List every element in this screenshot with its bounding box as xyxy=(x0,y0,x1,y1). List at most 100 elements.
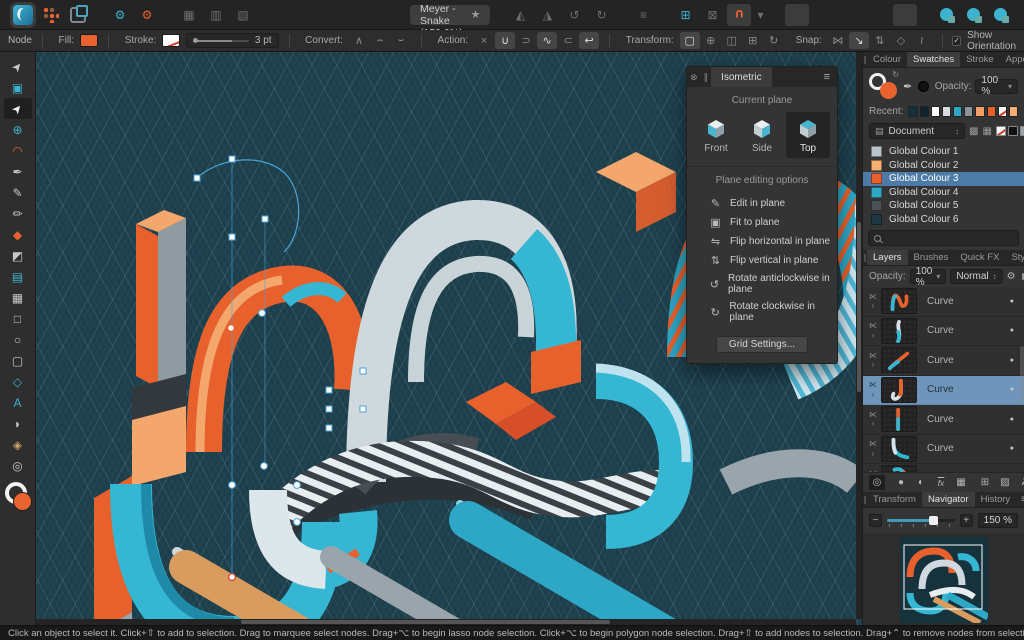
swatch-grid-large-button[interactable]: ▦ xyxy=(982,126,991,137)
flip-horizontal-button[interactable]: ◭ xyxy=(508,4,532,26)
text-tool[interactable]: A xyxy=(4,392,32,413)
expand-chevron-icon[interactable]: › xyxy=(872,390,875,400)
pixel-persona-button[interactable] xyxy=(39,4,63,26)
isometric-panel-tab[interactable]: Isometric xyxy=(711,67,772,87)
zoom-in-button[interactable]: + xyxy=(959,514,973,527)
join-curves-button[interactable]: ⊃ xyxy=(516,32,536,49)
layer-row[interactable]: ⋉ › Curve ● xyxy=(863,375,1024,405)
adjustment-button[interactable]: ◐ xyxy=(913,475,929,490)
insert-inside-button[interactable] xyxy=(327,4,351,26)
colour-picker-tool[interactable]: ◗ xyxy=(4,413,32,434)
panel-tab[interactable]: Swatches xyxy=(907,52,961,67)
rounded-rectangle-tool[interactable]: ▢ xyxy=(4,350,32,371)
alignment-button[interactable]: ≡ xyxy=(631,4,655,26)
fill-tool[interactable]: ◆ xyxy=(4,224,32,245)
export-persona-button[interactable] xyxy=(66,4,90,26)
panel-tab[interactable]: Quick FX xyxy=(954,250,1005,265)
layer-row[interactable]: ⋉ › Curve ● xyxy=(863,435,1024,464)
layer-visibility-toggle[interactable]: ● xyxy=(1010,327,1014,334)
navigator-thumbnail[interactable] xyxy=(899,537,988,623)
layer-rail[interactable]: ⋉ › xyxy=(865,469,881,472)
zoom-tool[interactable]: ◎ xyxy=(4,455,32,476)
document-title-pill[interactable]: Mario De Meyer - Snake (150.0%) ★ xyxy=(410,0,491,39)
plane-button[interactable]: Front xyxy=(694,112,738,158)
panel-tab[interactable]: Brushes xyxy=(908,250,955,265)
fill-swatch[interactable] xyxy=(80,34,99,47)
smooth-curve-button[interactable]: ∿ xyxy=(537,32,558,49)
horizontal-scrollbar-thumb[interactable] xyxy=(241,620,610,624)
layer-thumbnail[interactable] xyxy=(881,347,917,374)
layer-row[interactable]: ⋉ › Curve ● xyxy=(863,287,1024,317)
transform-box-button[interactable]: ▢ xyxy=(679,32,700,49)
blend-ranges-button[interactable]: ▦ xyxy=(953,475,969,490)
recent-swatch[interactable] xyxy=(964,106,974,117)
swap-colours-icon[interactable]: ↻ xyxy=(892,70,899,79)
zoom-slider[interactable] xyxy=(887,515,955,527)
smooth-node-button[interactable]: ⌢ xyxy=(370,32,390,49)
plane-option[interactable]: ⇋ Flip horizontal in plane xyxy=(687,232,837,251)
fill-colour-circle[interactable] xyxy=(12,492,32,511)
plane-option[interactable]: ✎ Edit in plane xyxy=(687,194,837,213)
new-pixel-layer-button[interactable]: ▨ xyxy=(997,475,1013,490)
grid-settings-button[interactable]: Grid Settings... xyxy=(715,336,809,353)
layer-opacity-dropdown[interactable]: 100 % ▾ xyxy=(909,266,947,288)
fill-colour-circle[interactable] xyxy=(880,82,898,99)
edit-in-plane-button[interactable]: ▧ xyxy=(231,4,255,26)
corner-tool[interactable]: ◠ xyxy=(4,140,32,161)
expand-chevron-icon[interactable]: › xyxy=(872,301,875,311)
boolean-subtract-button[interactable] xyxy=(812,4,836,26)
global-colour-row[interactable]: Global Colour 5 xyxy=(863,199,1024,213)
insert-behind-button[interactable] xyxy=(300,4,324,26)
shape-tool[interactable]: ◇ xyxy=(4,371,32,392)
plane-option[interactable]: ▣ Fit to plane xyxy=(687,213,837,232)
vector-crop-tool[interactable]: ▦ xyxy=(4,287,32,308)
plane-option[interactable]: ↺ Rotate anticlockwise in plane xyxy=(687,270,837,298)
stroke-width-track[interactable] xyxy=(193,37,249,43)
vector-brush-tool[interactable]: ✏ xyxy=(4,203,32,224)
layer-thumbnail[interactable] xyxy=(881,465,917,472)
panel-menu-icon[interactable]: ≡ xyxy=(817,71,837,83)
document-setup-button[interactable]: ⚙ xyxy=(108,4,132,26)
layer-visibility-toggle[interactable]: ● xyxy=(1010,298,1014,305)
recent-swatch[interactable] xyxy=(986,106,996,117)
sharp-node-button[interactable]: ∧ xyxy=(349,32,369,49)
plane-button[interactable]: Top xyxy=(786,112,830,158)
pixel-alignment-button[interactable]: ⊠ xyxy=(700,4,724,26)
ellipse-tool[interactable]: ○ xyxy=(4,329,32,350)
boolean-intersect-button[interactable] xyxy=(839,4,863,26)
circle-grid-overlap-button[interactable] xyxy=(962,4,986,26)
panel-menu-icon[interactable]: ≡ xyxy=(1016,492,1024,507)
layer-row[interactable]: ⋉ › Curve ● xyxy=(863,464,1024,472)
snap-to-key-points-button[interactable]: ↘ xyxy=(848,32,869,49)
panel-tab[interactable]: Navigator xyxy=(921,492,975,507)
expand-chevron-icon[interactable]: › xyxy=(872,419,875,429)
swatch-grid-small-button[interactable]: ▩ xyxy=(969,126,978,137)
zoom-slider-knob[interactable] xyxy=(928,515,938,525)
panel-tab[interactable]: History xyxy=(975,492,1017,507)
layer-rail[interactable]: ⋉ › xyxy=(865,380,881,399)
close-curve-button[interactable]: ∪ xyxy=(495,32,516,49)
view-tool[interactable]: ◈ xyxy=(4,434,32,455)
separate-curves-button[interactable]: ⊂ xyxy=(558,32,578,49)
layer-rail[interactable]: ⋉ › xyxy=(865,410,881,429)
transform-align-button[interactable]: ⊞ xyxy=(743,32,763,49)
node-tool[interactable]: ➤ xyxy=(3,98,32,119)
recent-swatch[interactable] xyxy=(953,106,963,117)
recent-swatch[interactable] xyxy=(908,106,918,117)
layer-thumbnail[interactable] xyxy=(881,406,917,433)
panel-tab[interactable]: Layers xyxy=(867,250,908,265)
snap-to-geometry-button[interactable]: ⇅ xyxy=(870,32,890,49)
layer-row[interactable]: ⋉ › Curve ● xyxy=(863,317,1024,346)
circle-half-overlap-button[interactable] xyxy=(989,4,1013,26)
pen-tool[interactable]: ✒ xyxy=(4,161,32,182)
opacity-dropdown[interactable]: 100 % ▾ xyxy=(975,75,1018,97)
snap-off-curve-button[interactable]: ◇ xyxy=(891,32,911,49)
quick-swatch[interactable] xyxy=(1019,126,1024,136)
layer-rail[interactable]: ⋉ › xyxy=(865,321,881,340)
layer-visibility-toggle[interactable]: ● xyxy=(1010,386,1014,393)
panel-tab[interactable]: Appearance xyxy=(1000,52,1024,67)
global-colour-row[interactable]: Global Colour 1 xyxy=(863,145,1024,159)
panel-tab[interactable]: Styles xyxy=(1005,250,1024,265)
colour-picker-icon[interactable]: ✒ xyxy=(903,80,912,93)
layer-thumbnail[interactable] xyxy=(881,435,917,462)
